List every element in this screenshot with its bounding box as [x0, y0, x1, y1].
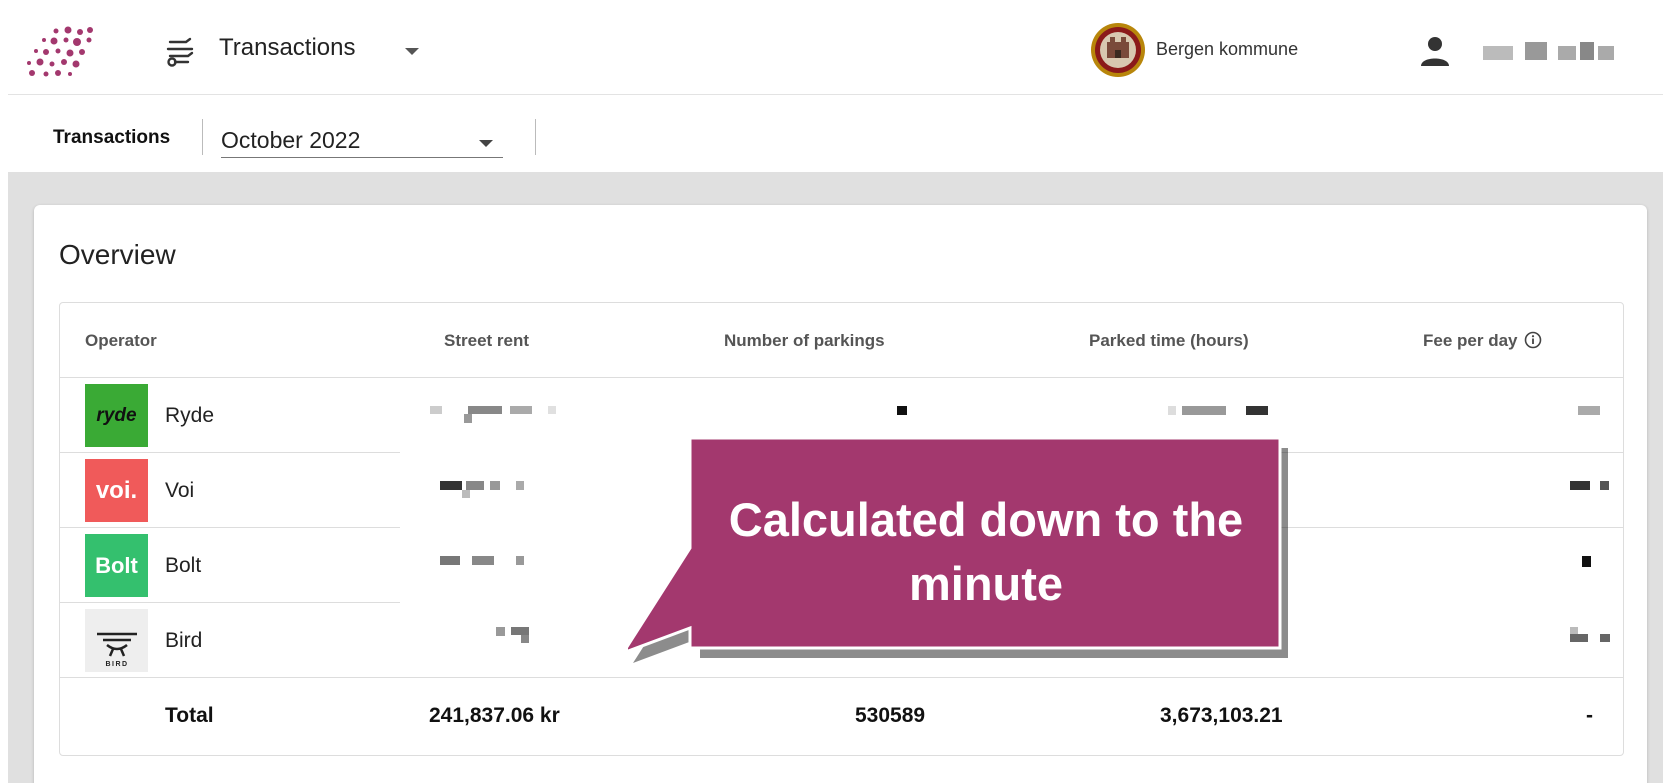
operator-name: Bolt	[165, 554, 202, 577]
sub-header: Transactions October 2022	[8, 95, 1663, 172]
total-parkings: 530589	[855, 704, 926, 727]
page-label: Transactions	[53, 127, 171, 148]
top-bar: Transactions Bergen kommune	[8, 8, 1663, 95]
period-select[interactable]: October 2022	[221, 123, 503, 158]
column-header-parked-time[interactable]: Parked time (hours)	[1089, 331, 1249, 351]
overview-title: Overview	[59, 239, 176, 270]
bird-logo: BIRD	[85, 609, 148, 672]
dots-logo-icon[interactable]	[24, 26, 94, 78]
callout-text: Calculated down to the minute	[728, 493, 1244, 610]
total-parked-time: 3,673,103.21	[1160, 704, 1283, 727]
redacted-value	[430, 404, 570, 426]
redacted-value	[1168, 404, 1288, 418]
city-seal-icon	[1091, 23, 1145, 77]
operator-name: Voi	[165, 479, 195, 502]
bolt-logo-text: Bolt	[95, 552, 138, 578]
redacted-value	[1578, 404, 1604, 418]
bird-logo-text: BIRD	[105, 661, 128, 668]
organization-name: Bergen kommune	[1156, 39, 1299, 59]
operator-name: Ryde	[165, 404, 215, 427]
redacted-username	[1483, 42, 1618, 62]
ryde-logo: ryde	[85, 384, 148, 447]
column-header-fee[interactable]: Fee per day	[1423, 331, 1542, 351]
redacted-value	[895, 404, 911, 418]
bolt-logo: Bolt	[85, 534, 148, 597]
voi-logo-text: voi.	[95, 476, 138, 504]
chevron-down-icon	[479, 140, 493, 147]
total-fee-per-day: -	[1586, 704, 1593, 727]
total-row: Total 241,837.06 kr 530589 3,673,103.21 …	[60, 678, 1623, 753]
bird-logo-icon: BIRD	[96, 632, 137, 668]
column-header-street-rent[interactable]: Street rent	[444, 331, 529, 351]
redacted-value	[440, 479, 540, 501]
voi-logo: voi.	[85, 459, 148, 522]
column-header-fee-label: Fee per day	[1423, 331, 1518, 350]
redacted-value	[1570, 479, 1616, 493]
user-icon[interactable]	[1418, 34, 1452, 68]
redacted-value	[496, 625, 546, 645]
column-header-operator[interactable]: Operator	[85, 331, 157, 351]
total-label: Total	[165, 704, 214, 727]
info-icon[interactable]	[1524, 331, 1542, 349]
module-title[interactable]: Transactions	[219, 34, 356, 62]
period-value: October 2022	[221, 127, 361, 153]
operator-name: Bird	[165, 629, 203, 652]
redacted-value	[1580, 554, 1594, 568]
total-street-rent: 241,837.06 kr	[429, 704, 560, 727]
scooter-icon	[166, 37, 194, 67]
redacted-value	[440, 554, 540, 568]
ryde-logo-text: ryde	[96, 404, 137, 426]
redacted-value	[1570, 627, 1616, 645]
chevron-down-icon[interactable]	[405, 48, 419, 55]
divider	[535, 119, 536, 155]
divider	[202, 119, 203, 155]
app-frame: Transactions Bergen kommune Transactions	[8, 8, 1663, 783]
column-header-parkings[interactable]: Number of parkings	[724, 331, 885, 351]
